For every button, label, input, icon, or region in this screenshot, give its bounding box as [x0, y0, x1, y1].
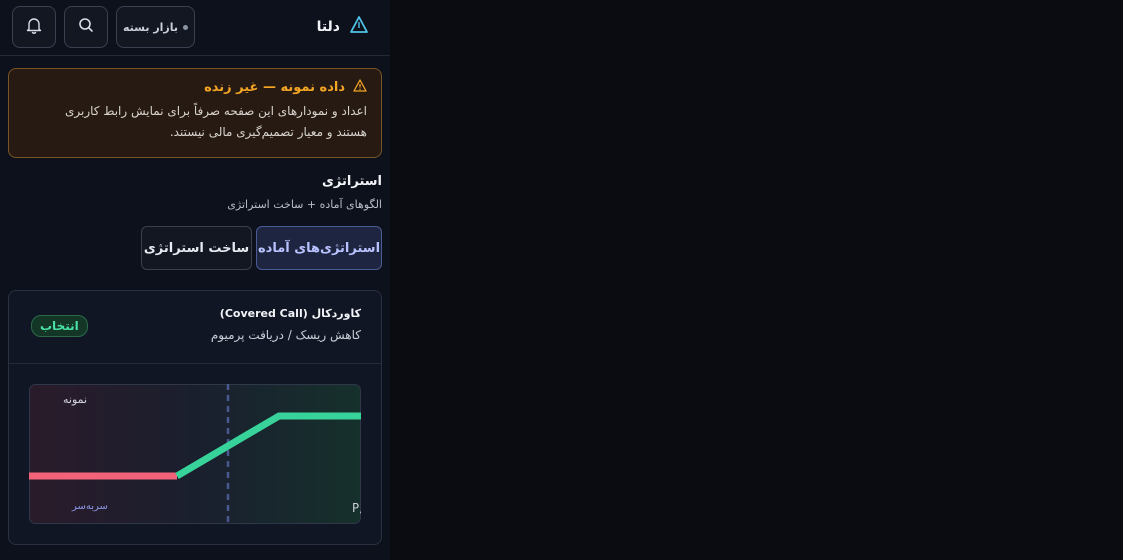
strategy-card-header: کاوردکال (Covered Call) کاهش ریسک / دریا… [9, 291, 381, 364]
notice-title: داده نمونه — غیر زنده [204, 80, 345, 95]
payoff-chart-svg: نمونه سربه‌سر P/L [29, 384, 374, 524]
strategy-title: کاوردکال (Covered Call) [219, 307, 361, 320]
notice-title-row: داده نمونه — غیر زنده [23, 79, 367, 96]
brand-name: دلتا [316, 19, 340, 35]
market-status-button[interactable]: بازار بسته [116, 6, 195, 48]
sample-data-notice: داده نمونه — غیر زنده اعداد و نمودارهای … [8, 68, 382, 158]
section-subtitle: الگوهای آماده + ساخت استراتژی [227, 198, 382, 211]
payoff-chart: نمونه سربه‌سر P/L [29, 384, 374, 524]
warning-icon [353, 79, 367, 96]
notifications-button[interactable] [12, 6, 56, 48]
tab-build-strategy[interactable]: ساخت استراتژی [141, 226, 252, 270]
notice-body: اعداد و نمودارهای این صفحه صرفاً برای نم… [64, 104, 367, 139]
market-status-label: بازار بسته [123, 20, 179, 34]
strategy-subtitle: کاهش ریسک / دریافت پرمیوم [210, 328, 361, 342]
search-icon [78, 17, 94, 37]
section-title: استراتژی [322, 174, 382, 189]
tab-ready-strategies[interactable]: استراتژی‌های آماده [256, 226, 382, 270]
strategy-card[interactable]: کاوردکال (Covered Call) کاهش ریسک / دریا… [8, 290, 382, 545]
search-button[interactable] [64, 6, 108, 48]
bell-icon [25, 16, 43, 38]
top-bar: دلتا بازار بسته [0, 0, 390, 56]
pl-label: P/L [352, 501, 361, 515]
brand[interactable]: دلتا [317, 14, 370, 40]
delta-logo-icon [348, 14, 370, 40]
breakeven-label: سربه‌سر [71, 501, 108, 512]
app-panel: دلتا بازار بسته داده نمونه — غیر زنده اع… [0, 0, 390, 560]
select-button[interactable]: انتخاب [31, 315, 88, 337]
market-status-dot [183, 24, 189, 30]
sample-label: نمونه [63, 393, 87, 406]
